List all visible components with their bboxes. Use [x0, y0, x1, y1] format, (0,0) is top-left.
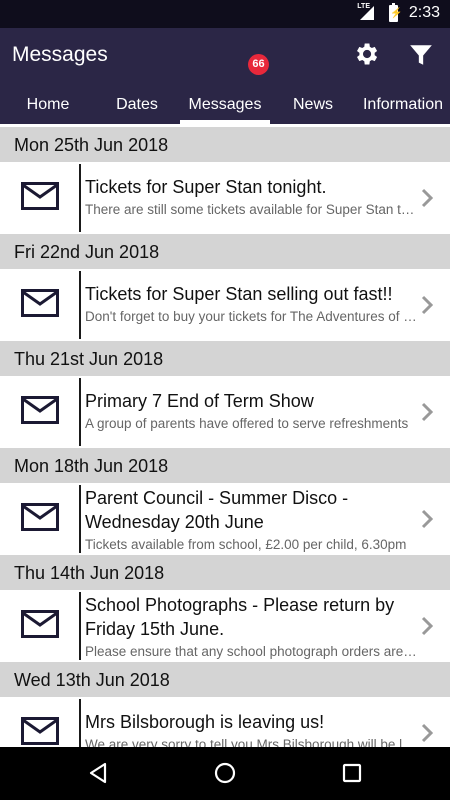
- date-header: Fri 22nd Jun 2018: [0, 234, 450, 269]
- filter-icon[interactable]: [408, 42, 434, 68]
- row-divider: [79, 699, 81, 747]
- row-divider: [79, 592, 81, 660]
- recents-square-icon[interactable]: [340, 761, 364, 785]
- message-row[interactable]: Mrs Bilsborough is leaving us! We are ve…: [0, 697, 450, 747]
- message-title: Primary 7 End of Term Show: [85, 391, 314, 411]
- gear-icon[interactable]: [352, 40, 380, 68]
- tab-information[interactable]: Information: [356, 96, 450, 114]
- date-label: Wed 13th Jun 2018: [14, 670, 170, 690]
- date-header: Mon 18th Jun 2018: [0, 448, 450, 483]
- message-preview: Tickets available from school, £2.00 per…: [85, 537, 407, 552]
- message-row[interactable]: Parent Council - Summer Disco - Wednesda…: [0, 483, 450, 555]
- battery-icon: ⚡: [389, 3, 402, 22]
- message-title: Parent Council - Summer Disco - Wednesda…: [85, 488, 349, 532]
- tab-home[interactable]: Home: [0, 96, 96, 114]
- chevron-right-icon: [421, 188, 433, 208]
- row-divider: [79, 378, 81, 446]
- message-preview: We are very sorry to tell you Mrs Bilsbo…: [85, 737, 418, 747]
- message-title: School Photographs - Please return by Fr…: [85, 595, 395, 639]
- date-label: Thu 14th Jun 2018: [14, 563, 165, 583]
- envelope-icon: [21, 396, 59, 424]
- envelope-icon: [21, 182, 59, 210]
- date-header: Thu 21st Jun 2018: [0, 341, 450, 376]
- date-header: Thu 14th Jun 2018: [0, 555, 450, 590]
- row-divider: [79, 271, 81, 339]
- row-divider: [79, 164, 81, 232]
- tab-news[interactable]: News: [270, 96, 356, 114]
- date-label: Fri 22nd Jun 2018: [14, 242, 160, 262]
- message-row[interactable]: Tickets for Super Stan selling out fast!…: [0, 269, 450, 341]
- date-header: Mon 25th Jun 2018: [0, 127, 450, 162]
- back-triangle-icon[interactable]: [86, 761, 110, 785]
- tab-bar: Home Dates Messages News Information: [0, 86, 450, 124]
- status-time: 2:33: [408, 4, 440, 21]
- tab-dates[interactable]: Dates: [92, 96, 182, 114]
- chevron-right-icon: [421, 616, 433, 636]
- message-title: Mrs Bilsborough is leaving us!: [85, 712, 325, 732]
- message-row[interactable]: School Photographs - Please return by Fr…: [0, 590, 450, 662]
- message-preview: Please ensure that any school photograph…: [85, 644, 418, 659]
- date-label: Thu 21st Jun 2018: [14, 349, 164, 369]
- message-title: Tickets for Super Stan selling out fast!…: [85, 284, 393, 304]
- date-label: Mon 18th Jun 2018: [14, 456, 169, 476]
- message-row[interactable]: Tickets for Super Stan tonight. There ar…: [0, 162, 450, 234]
- app-bar: Messages Home Dates Messages News Inform…: [0, 28, 450, 124]
- chevron-right-icon: [421, 723, 433, 743]
- signal-icon: [360, 6, 374, 20]
- envelope-icon: [21, 289, 59, 317]
- envelope-icon: [21, 717, 59, 745]
- tab-messages[interactable]: Messages: [180, 96, 270, 114]
- envelope-icon: [21, 503, 59, 531]
- message-preview: Don't forget to buy your tickets for The…: [85, 309, 418, 324]
- date-label: Mon 25th Jun 2018: [14, 135, 169, 155]
- message-title: Tickets for Super Stan tonight.: [85, 177, 327, 197]
- system-nav-bar: [0, 747, 450, 800]
- chevron-right-icon: [421, 509, 433, 529]
- message-list[interactable]: Mon 25th Jun 2018 Tickets for Super Stan…: [0, 124, 450, 747]
- date-header: Wed 13th Jun 2018: [0, 662, 450, 697]
- message-preview: A group of parents have offered to serve…: [85, 416, 409, 431]
- message-preview: There are still some tickets available f…: [85, 202, 418, 217]
- message-row[interactable]: Primary 7 End of Term Show A group of pa…: [0, 376, 450, 448]
- chevron-right-icon: [421, 402, 433, 422]
- home-circle-icon[interactable]: [213, 761, 237, 785]
- unread-badge: 66: [248, 54, 269, 75]
- chevron-right-icon: [421, 295, 433, 315]
- envelope-icon: [21, 610, 59, 638]
- page-title: Messages: [12, 43, 108, 66]
- status-bar: LTE ⚡ 2:33: [0, 0, 450, 28]
- row-divider: [79, 485, 81, 553]
